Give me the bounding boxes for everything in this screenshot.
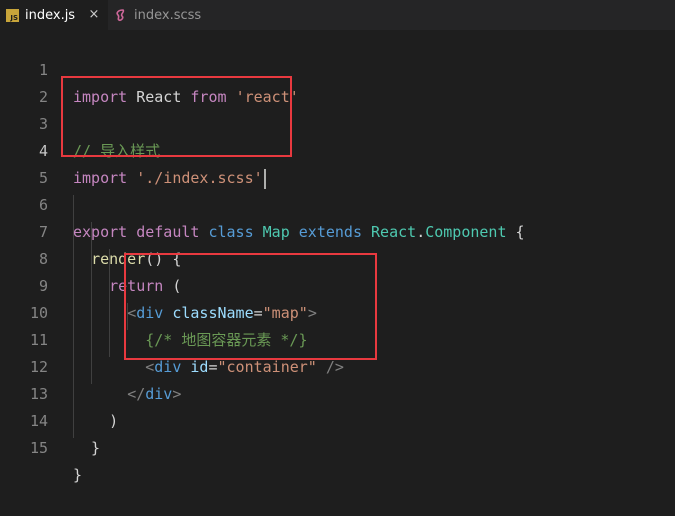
code-line: 15 } (0, 408, 675, 484)
code-line: 7 render() { (0, 192, 675, 268)
tab-index-scss[interactable]: index.scss (108, 0, 228, 30)
tab-bar: JS index.js × index.scss (0, 0, 675, 30)
code-line: 14 } (0, 381, 675, 457)
close-tab-icon[interactable]: × (86, 7, 102, 23)
code-editor[interactable]: 1 import React from 'react' 2 3 // 导入样式 … (0, 30, 675, 484)
highlight-box-jsx (124, 253, 377, 360)
code-line: 8 return ( (0, 219, 675, 295)
tab-index-js[interactable]: JS index.js × (0, 0, 108, 30)
tab-label: index.scss (134, 7, 202, 23)
code-line: 6 export default class Map extends React… (0, 165, 675, 241)
sass-file-icon (114, 8, 128, 22)
code-line: 1 import React from 'react' (0, 30, 675, 106)
tab-label: index.js (25, 7, 76, 23)
js-file-icon: JS (6, 8, 19, 22)
highlight-box-import (61, 76, 292, 157)
line-number: 15 (29, 439, 48, 457)
